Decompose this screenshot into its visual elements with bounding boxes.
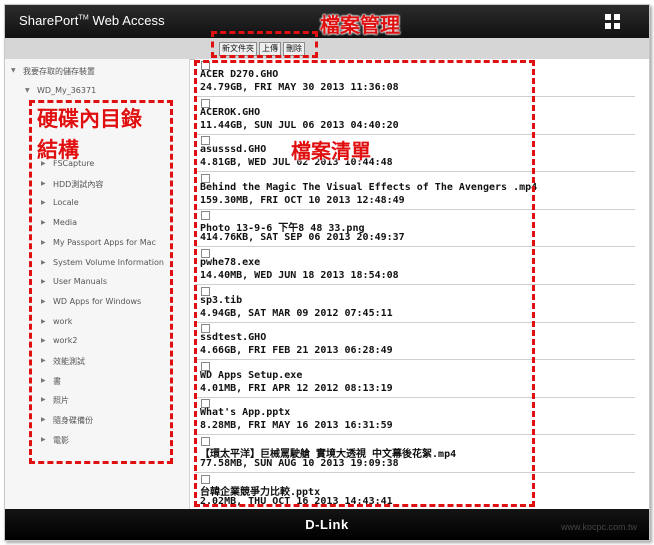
annotation-file-list: 檔案清單 xyxy=(291,139,371,163)
app-title: SharePortTM Web Access xyxy=(19,13,165,28)
expand-icon[interactable]: ▼ xyxy=(25,87,30,94)
grid-menu-icon[interactable] xyxy=(605,14,621,30)
tree-drive[interactable]: WD_My_36371 xyxy=(37,86,96,95)
expand-icon[interactable]: ▼ xyxy=(11,67,16,74)
annotation-directory-line1: 硬碟內目錄 xyxy=(37,107,142,131)
browser-window: SharePortTM Web Access 新文件夾 上傳 刪除 ▼ 我要存取… xyxy=(4,4,650,541)
annotation-box-file-management xyxy=(211,31,318,58)
dlink-logo: D-Link xyxy=(305,517,349,532)
tree-root[interactable]: 我要存取的儲存裝置 xyxy=(23,66,95,77)
annotation-directory-line2: 結構 xyxy=(37,138,79,162)
trademark: TM xyxy=(78,14,89,22)
app-title-sub: Web Access xyxy=(92,13,165,28)
annotation-box-file-list xyxy=(194,60,535,507)
app-title-main: SharePort xyxy=(19,13,79,28)
watermark: www.kocpc.com.tw xyxy=(560,522,637,532)
annotation-file-management: 檔案管理 xyxy=(320,13,400,37)
app-footer: D-Link www.kocpc.com.tw xyxy=(5,509,649,540)
file-toolbar: 新文件夾 上傳 刪除 xyxy=(5,38,649,60)
